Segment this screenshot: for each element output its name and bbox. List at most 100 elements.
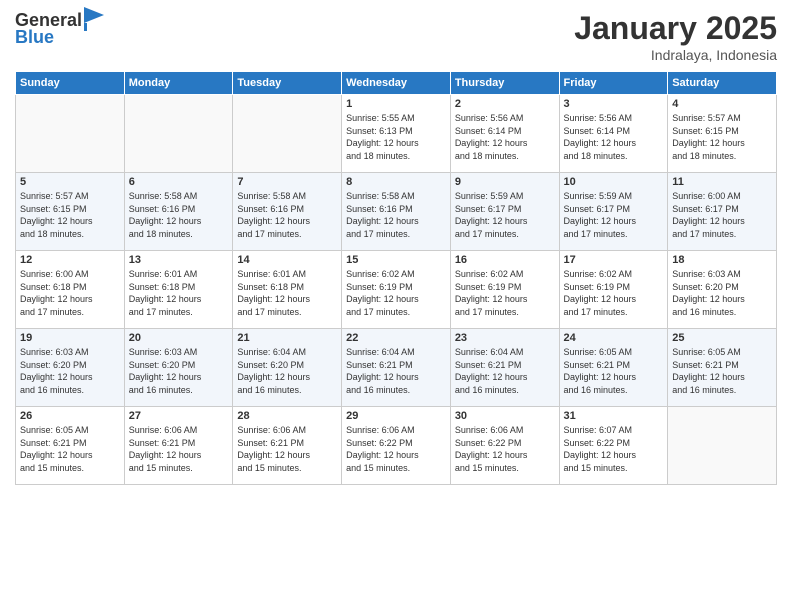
- day-info: Sunrise: 6:04 AM Sunset: 6:21 PM Dayligh…: [346, 346, 446, 396]
- day-cell: 30 Sunrise: 6:06 AM Sunset: 6:22 PM Dayli…: [450, 407, 559, 485]
- day-info: Sunrise: 6:06 AM Sunset: 6:21 PM Dayligh…: [129, 424, 229, 474]
- day-info: Sunrise: 6:03 AM Sunset: 6:20 PM Dayligh…: [129, 346, 229, 396]
- day-header-wednesday: Wednesday: [342, 72, 451, 95]
- day-cell: [233, 95, 342, 173]
- day-info: Sunrise: 6:06 AM Sunset: 6:22 PM Dayligh…: [455, 424, 555, 474]
- day-info: Sunrise: 6:05 AM Sunset: 6:21 PM Dayligh…: [672, 346, 772, 396]
- day-cell: 27 Sunrise: 6:06 AM Sunset: 6:21 PM Dayli…: [124, 407, 233, 485]
- calendar-subtitle: Indralaya, Indonesia: [574, 47, 777, 63]
- day-cell: 2Sunrise: 5:56 AM Sunset: 6:14 PM Daylig…: [450, 95, 559, 173]
- logo-icon: [84, 7, 104, 31]
- day-info: Sunrise: 6:05 AM Sunset: 6:21 PM Dayligh…: [20, 424, 120, 474]
- day-header-saturday: Saturday: [668, 72, 777, 95]
- day-cell: 9 Sunrise: 5:59 AM Sunset: 6:17 PM Daylig…: [450, 173, 559, 251]
- day-header-friday: Friday: [559, 72, 668, 95]
- day-header-monday: Monday: [124, 72, 233, 95]
- day-cell: 19 Sunrise: 6:03 AM Sunset: 6:20 PM Dayli…: [16, 329, 125, 407]
- day-info: Sunrise: 5:58 AM Sunset: 6:16 PM Dayligh…: [237, 190, 337, 240]
- day-number: 18: [672, 254, 772, 266]
- day-number: 3: [564, 98, 664, 110]
- day-info: Sunrise: 5:59 AM Sunset: 6:17 PM Dayligh…: [564, 190, 664, 240]
- day-cell: 24 Sunrise: 6:05 AM Sunset: 6:21 PM Dayli…: [559, 329, 668, 407]
- day-cell: 11Sunrise: 6:00 AM Sunset: 6:17 PM Dayli…: [668, 173, 777, 251]
- day-info: Sunrise: 5:59 AM Sunset: 6:17 PM Dayligh…: [455, 190, 555, 240]
- week-row-2: 5 Sunrise: 5:57 AM Sunset: 6:15 PM Daylig…: [16, 173, 777, 251]
- day-number: 28: [237, 410, 337, 422]
- week-row-4: 19 Sunrise: 6:03 AM Sunset: 6:20 PM Dayli…: [16, 329, 777, 407]
- day-cell: 6 Sunrise: 5:58 AM Sunset: 6:16 PM Daylig…: [124, 173, 233, 251]
- day-info: Sunrise: 6:05 AM Sunset: 6:21 PM Dayligh…: [564, 346, 664, 396]
- week-row-3: 12 Sunrise: 6:00 AM Sunset: 6:18 PM Dayli…: [16, 251, 777, 329]
- logo: General Blue: [15, 10, 104, 48]
- day-number: 29: [346, 410, 446, 422]
- day-info: Sunrise: 5:57 AM Sunset: 6:15 PM Dayligh…: [20, 190, 120, 240]
- day-info: Sunrise: 6:07 AM Sunset: 6:22 PM Dayligh…: [564, 424, 664, 474]
- day-info: Sunrise: 6:04 AM Sunset: 6:20 PM Dayligh…: [237, 346, 337, 396]
- day-info: Sunrise: 6:01 AM Sunset: 6:18 PM Dayligh…: [237, 268, 337, 318]
- day-cell: 29 Sunrise: 6:06 AM Sunset: 6:22 PM Dayli…: [342, 407, 451, 485]
- day-cell: [668, 407, 777, 485]
- day-number: 22: [346, 332, 446, 344]
- day-cell: 7Sunrise: 5:58 AM Sunset: 6:16 PM Daylig…: [233, 173, 342, 251]
- day-number: 27: [129, 410, 229, 422]
- day-info: Sunrise: 6:06 AM Sunset: 6:22 PM Dayligh…: [346, 424, 446, 474]
- day-number: 14: [237, 254, 337, 266]
- day-cell: 15 Sunrise: 6:02 AM Sunset: 6:19 PM Dayli…: [342, 251, 451, 329]
- day-info: Sunrise: 6:02 AM Sunset: 6:19 PM Dayligh…: [346, 268, 446, 318]
- day-header-thursday: Thursday: [450, 72, 559, 95]
- day-info: Sunrise: 6:00 AM Sunset: 6:17 PM Dayligh…: [672, 190, 772, 240]
- day-cell: 13 Sunrise: 6:01 AM Sunset: 6:18 PM Dayli…: [124, 251, 233, 329]
- day-number: 30: [455, 410, 555, 422]
- day-cell: 1Sunrise: 5:55 AM Sunset: 6:13 PM Daylig…: [342, 95, 451, 173]
- day-number: 8: [346, 176, 446, 188]
- day-cell: 28 Sunrise: 6:06 AM Sunset: 6:21 PM Dayli…: [233, 407, 342, 485]
- day-number: 15: [346, 254, 446, 266]
- day-cell: 12 Sunrise: 6:00 AM Sunset: 6:18 PM Dayli…: [16, 251, 125, 329]
- day-number: 10: [564, 176, 664, 188]
- day-number: 4: [672, 98, 772, 110]
- day-number: 17: [564, 254, 664, 266]
- day-cell: 4 Sunrise: 5:57 AM Sunset: 6:15 PM Daylig…: [668, 95, 777, 173]
- day-number: 16: [455, 254, 555, 266]
- day-number: 12: [20, 254, 120, 266]
- day-cell: 18Sunrise: 6:03 AM Sunset: 6:20 PM Dayli…: [668, 251, 777, 329]
- day-number: 21: [237, 332, 337, 344]
- day-number: 5: [20, 176, 120, 188]
- day-number: 23: [455, 332, 555, 344]
- days-header-row: SundayMondayTuesdayWednesdayThursdayFrid…: [16, 72, 777, 95]
- day-number: 26: [20, 410, 120, 422]
- header: General Blue January 2025 Indralaya, Ind…: [15, 10, 777, 63]
- day-info: Sunrise: 5:57 AM Sunset: 6:15 PM Dayligh…: [672, 112, 772, 162]
- day-number: 19: [20, 332, 120, 344]
- day-info: Sunrise: 6:04 AM Sunset: 6:21 PM Dayligh…: [455, 346, 555, 396]
- day-cell: 3 Sunrise: 5:56 AM Sunset: 6:14 PM Daylig…: [559, 95, 668, 173]
- day-cell: [124, 95, 233, 173]
- day-cell: 21 Sunrise: 6:04 AM Sunset: 6:20 PM Dayli…: [233, 329, 342, 407]
- calendar-table: SundayMondayTuesdayWednesdayThursdayFrid…: [15, 71, 777, 485]
- day-number: 13: [129, 254, 229, 266]
- day-cell: 14 Sunrise: 6:01 AM Sunset: 6:18 PM Dayli…: [233, 251, 342, 329]
- day-info: Sunrise: 6:00 AM Sunset: 6:18 PM Dayligh…: [20, 268, 120, 318]
- day-number: 6: [129, 176, 229, 188]
- day-info: Sunrise: 6:06 AM Sunset: 6:21 PM Dayligh…: [237, 424, 337, 474]
- week-row-5: 26 Sunrise: 6:05 AM Sunset: 6:21 PM Dayli…: [16, 407, 777, 485]
- day-info: Sunrise: 6:02 AM Sunset: 6:19 PM Dayligh…: [455, 268, 555, 318]
- day-cell: 26 Sunrise: 6:05 AM Sunset: 6:21 PM Dayli…: [16, 407, 125, 485]
- day-cell: 16 Sunrise: 6:02 AM Sunset: 6:19 PM Dayli…: [450, 251, 559, 329]
- day-number: 20: [129, 332, 229, 344]
- day-info: Sunrise: 6:03 AM Sunset: 6:20 PM Dayligh…: [20, 346, 120, 396]
- day-header-sunday: Sunday: [16, 72, 125, 95]
- calendar-title: January 2025: [574, 10, 777, 47]
- day-info: Sunrise: 6:01 AM Sunset: 6:18 PM Dayligh…: [129, 268, 229, 318]
- day-info: Sunrise: 5:58 AM Sunset: 6:16 PM Dayligh…: [129, 190, 229, 240]
- day-info: Sunrise: 5:58 AM Sunset: 6:16 PM Dayligh…: [346, 190, 446, 240]
- day-cell: 10 Sunrise: 5:59 AM Sunset: 6:17 PM Dayli…: [559, 173, 668, 251]
- day-cell: [16, 95, 125, 173]
- day-cell: 5 Sunrise: 5:57 AM Sunset: 6:15 PM Daylig…: [16, 173, 125, 251]
- day-number: 24: [564, 332, 664, 344]
- day-info: Sunrise: 5:56 AM Sunset: 6:14 PM Dayligh…: [564, 112, 664, 162]
- calendar-page: General Blue January 2025 Indralaya, Ind…: [0, 0, 792, 612]
- day-header-tuesday: Tuesday: [233, 72, 342, 95]
- day-cell: 31Sunrise: 6:07 AM Sunset: 6:22 PM Dayli…: [559, 407, 668, 485]
- day-number: 9: [455, 176, 555, 188]
